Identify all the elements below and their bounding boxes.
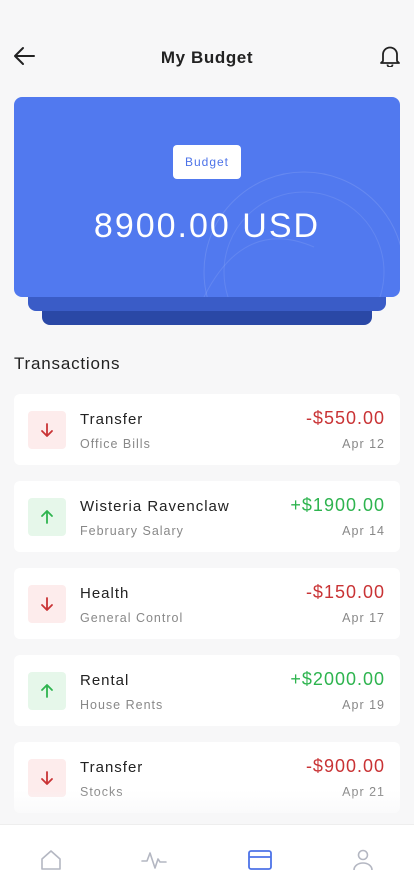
budget-amount: 8900.00 USD [93, 207, 321, 245]
home-icon [39, 848, 63, 877]
transaction-description: February Salary [80, 524, 184, 538]
transaction-name: Wisteria Ravenclaw [80, 498, 230, 515]
tab-profile[interactable] [348, 847, 378, 877]
transaction-description: House Rents [80, 698, 164, 712]
transaction-date: Apr 14 [342, 524, 385, 538]
card-icon [247, 848, 273, 877]
card-decoration [203, 171, 400, 297]
arrow-up-icon [28, 672, 66, 710]
page-title: My Budget [160, 48, 254, 67]
transaction-name: Transfer [80, 759, 144, 776]
tab-cards[interactable] [245, 847, 275, 877]
transaction-date: Apr 19 [342, 698, 385, 712]
transaction-row[interactable]: Wisteria Ravenclaw February Salary +$190… [14, 481, 400, 552]
transaction-name: Rental [80, 672, 130, 689]
transaction-name: Health [80, 585, 130, 602]
arrow-down-icon [28, 411, 66, 449]
back-button[interactable] [10, 44, 38, 72]
transactions-heading: Transactions [14, 354, 121, 373]
transaction-row[interactable]: Transfer Office Bills -$550.00 Apr 12 [14, 394, 400, 465]
app-header: My Budget [0, 38, 414, 78]
transaction-amount: +$2000.00 [290, 669, 385, 689]
notification-button[interactable] [376, 44, 404, 72]
arrow-up-icon [28, 498, 66, 536]
arrow-left-icon [12, 46, 36, 71]
transaction-row[interactable]: Rental House Rents +$2000.00 Apr 19 [14, 655, 400, 726]
transaction-amount: +$1900.00 [290, 495, 385, 515]
transaction-description: General Control [80, 611, 184, 625]
bottom-tab-bar [0, 824, 414, 896]
activity-icon [141, 848, 167, 877]
transaction-description: Office Bills [80, 437, 151, 451]
user-icon [351, 848, 375, 877]
budget-card-stack: Budget 8900.00 USD [14, 97, 400, 327]
list-fade-overlay [0, 790, 414, 824]
transaction-amount: -$150.00 [305, 582, 385, 602]
transaction-name: Transfer [80, 411, 144, 428]
transaction-date: Apr 12 [342, 437, 385, 451]
tab-activity[interactable] [139, 847, 169, 877]
budget-card[interactable]: Budget 8900.00 USD [14, 97, 400, 297]
transaction-date: Apr 17 [342, 611, 385, 625]
arrow-down-icon [28, 585, 66, 623]
transaction-amount: -$900.00 [305, 756, 385, 776]
transaction-amount: -$550.00 [305, 408, 385, 428]
tab-home[interactable] [36, 847, 66, 877]
transaction-row[interactable]: Health General Control -$150.00 Apr 17 [14, 568, 400, 639]
budget-badge[interactable]: Budget [173, 145, 241, 179]
bell-icon [380, 45, 400, 72]
